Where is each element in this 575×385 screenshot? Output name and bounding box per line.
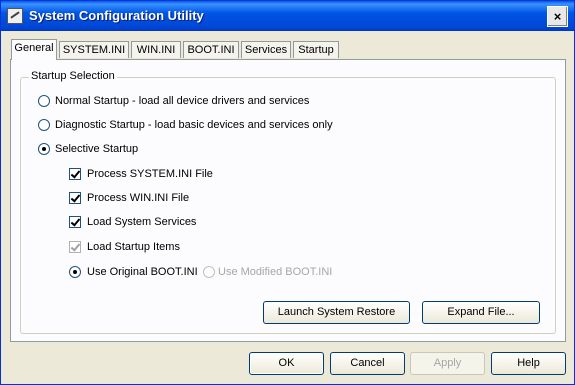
tab-services[interactable]: Services bbox=[241, 41, 291, 58]
use-modified-boot-ini-radio bbox=[203, 266, 215, 278]
load-startup-items-checkbox[interactable] bbox=[69, 241, 81, 253]
window-title: System Configuration Utility bbox=[29, 8, 204, 23]
group-label: Startup Selection bbox=[29, 70, 117, 82]
startup-selection-group: Startup Selection Normal Startup - load … bbox=[20, 70, 556, 334]
msconfig-app-icon bbox=[7, 8, 23, 24]
expand-file-button[interactable]: Expand File... bbox=[422, 301, 540, 324]
use-modified-boot-ini-label: Use Modified BOOT.INI bbox=[218, 266, 333, 278]
normal-startup-radio[interactable] bbox=[38, 95, 50, 107]
process-win-ini-label[interactable]: Process WIN.INI File bbox=[87, 192, 189, 205]
tab-general[interactable]: General bbox=[11, 39, 57, 60]
selective-startup-radio[interactable] bbox=[38, 143, 50, 155]
use-original-boot-ini-label[interactable]: Use Original BOOT.INI bbox=[87, 266, 198, 279]
load-system-services-label[interactable]: Load System Services bbox=[87, 216, 196, 229]
launch-system-restore-button[interactable]: Launch System Restore bbox=[263, 301, 410, 324]
process-system-ini-checkbox[interactable] bbox=[69, 168, 81, 180]
load-system-services-checkbox[interactable] bbox=[69, 216, 81, 228]
tab-win-ini[interactable]: WIN.INI bbox=[131, 41, 181, 58]
general-tab-panel: Startup Selection Normal Startup - load … bbox=[10, 59, 566, 342]
tab-system-ini[interactable]: SYSTEM.INI bbox=[59, 41, 129, 58]
diagnostic-startup-label[interactable]: Diagnostic Startup - load basic devices … bbox=[55, 119, 333, 132]
tab-startup[interactable]: Startup bbox=[293, 41, 339, 58]
help-button[interactable]: Help bbox=[491, 352, 566, 375]
system-configuration-window: System Configuration Utility × General S… bbox=[0, 0, 575, 385]
process-system-ini-label[interactable]: Process SYSTEM.INI File bbox=[87, 168, 213, 181]
load-startup-items-label[interactable]: Load Startup Items bbox=[87, 241, 180, 254]
use-original-boot-ini-radio[interactable] bbox=[69, 266, 81, 278]
cancel-button[interactable]: Cancel bbox=[330, 352, 405, 375]
normal-startup-label[interactable]: Normal Startup - load all device drivers… bbox=[55, 95, 309, 108]
diagnostic-startup-radio[interactable] bbox=[38, 119, 50, 131]
ok-button[interactable]: OK bbox=[249, 352, 324, 375]
close-button[interactable]: × bbox=[547, 6, 568, 27]
process-win-ini-checkbox[interactable] bbox=[69, 192, 81, 204]
selective-startup-label[interactable]: Selective Startup bbox=[55, 143, 138, 156]
tab-boot-ini[interactable]: BOOT.INI bbox=[183, 41, 239, 58]
apply-button: Apply bbox=[410, 352, 485, 375]
title-bar[interactable]: System Configuration Utility × bbox=[1, 1, 574, 31]
